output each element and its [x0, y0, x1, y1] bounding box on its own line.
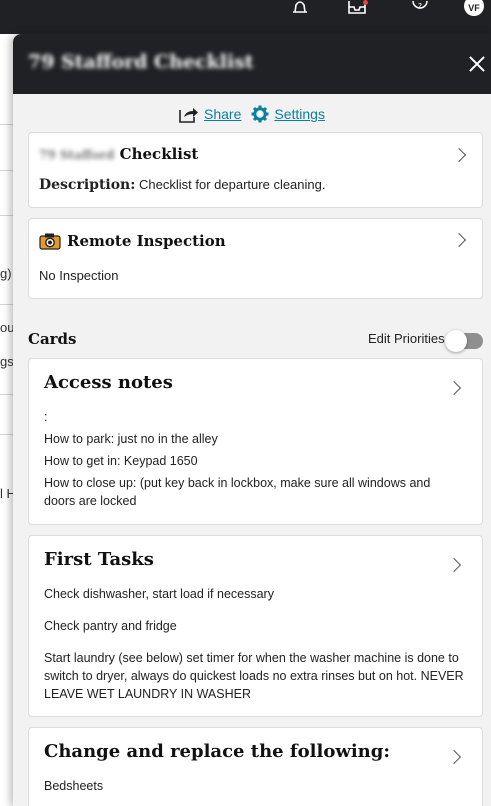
inbox-icon[interactable]	[347, 0, 368, 16]
checklist-description: Description: Checklist for departure cle…	[39, 177, 325, 193]
card-line: How to close up: (put key back in lockbo…	[44, 476, 431, 508]
help-icon[interactable]: ?	[410, 0, 430, 16]
checklist-name: 79 Stafford Checklist	[39, 145, 198, 163]
close-icon[interactable]	[465, 52, 489, 76]
checklist-panel: 79 Stafford Checklist Share Settings 79 …	[13, 34, 491, 806]
card-title: First Tasks	[44, 549, 154, 570]
card-first-tasks[interactable]: First Tasks Check dishwasher, start load…	[28, 535, 483, 717]
chevron-right-icon	[451, 147, 467, 163]
cards-section-title: Cards	[28, 330, 77, 348]
avatar[interactable]: VF	[464, 0, 484, 16]
share-link[interactable]: Share	[179, 106, 241, 123]
card-body: : How to park: just no in the alley How …	[44, 408, 464, 510]
card-title: Change and replace the following:	[44, 741, 390, 762]
card-body: Check dishwasher, start load if necessar…	[44, 585, 464, 703]
card-line: :	[44, 410, 48, 424]
card-line: Check pantry and fridge	[44, 619, 177, 633]
panel-header: 79 Stafford Checklist	[13, 34, 491, 94]
remote-inspection-title: Remote Inspection	[67, 232, 226, 250]
share-label: Share	[204, 106, 242, 122]
top-bar: ? VF	[0, 0, 491, 34]
bell-icon[interactable]	[290, 0, 310, 16]
settings-label: Settings	[274, 106, 325, 122]
edit-priorities-label: Edit Priorities	[368, 331, 445, 346]
card-line: How to get in: Keypad 1650	[44, 454, 198, 468]
chevron-right-icon	[446, 749, 462, 765]
edit-priorities-toggle[interactable]	[445, 330, 483, 352]
checklist-card[interactable]: 79 Stafford Checklist Description: Check…	[28, 132, 483, 208]
card-line: Check dishwasher, start load if necessar…	[44, 587, 274, 601]
card-line: How to park: just no in the alley	[44, 432, 218, 446]
panel-links: Share Settings	[13, 104, 491, 124]
gear-icon	[251, 105, 269, 123]
chevron-right-icon	[451, 232, 467, 248]
card-line: Start laundry (see below) set timer for …	[44, 651, 464, 701]
card-line: Bedsheets	[44, 779, 104, 793]
description-label: Description:	[39, 177, 136, 193]
checklist-name-prefix: 79 Stafford	[39, 148, 115, 162]
background-text: g)	[0, 266, 12, 281]
checklist-name-suffix: Checklist	[119, 145, 199, 163]
camera-icon	[39, 233, 61, 250]
card-change-replace[interactable]: Change and replace the following: Bedshe…	[28, 727, 483, 806]
card-body: Bedsheets	[44, 777, 464, 795]
settings-link[interactable]: Settings	[251, 105, 325, 123]
card-access-notes[interactable]: Access notes : How to park: just no in t…	[28, 358, 483, 525]
description-value: Checklist for departure cleaning.	[139, 177, 326, 192]
remote-inspection-card[interactable]: Remote Inspection No Inspection	[28, 218, 483, 299]
remote-inspection-value: No Inspection	[39, 268, 119, 283]
notification-dot	[363, 0, 368, 5]
svg-text:?: ?	[418, 2, 422, 11]
panel-title: 79 Stafford Checklist	[28, 51, 254, 73]
toggle-knob	[445, 330, 467, 352]
card-title: Access notes	[44, 372, 173, 393]
chevron-right-icon	[446, 380, 462, 396]
share-icon	[179, 107, 199, 123]
remote-inspection-header: Remote Inspection	[39, 232, 226, 250]
chevron-right-icon	[446, 557, 462, 573]
